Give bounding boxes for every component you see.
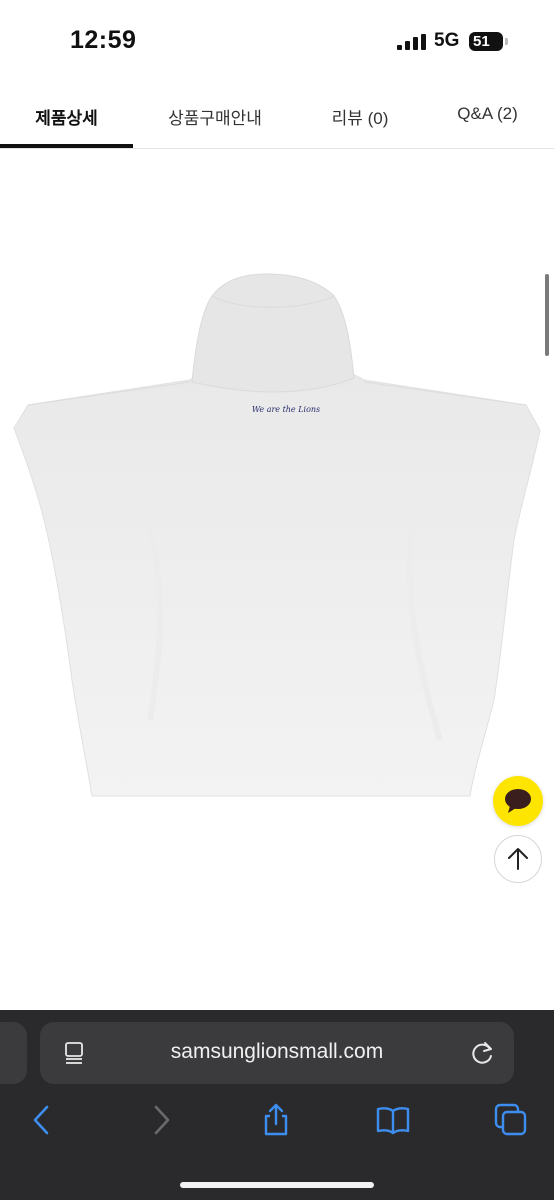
bookmarks-icon[interactable] (376, 1103, 410, 1137)
address-bar[interactable]: samsunglionsmall.com (40, 1022, 514, 1084)
reload-icon[interactable] (470, 1040, 496, 1066)
active-tab-indicator (0, 144, 133, 148)
product-image: We are the Lions (13, 273, 541, 797)
tab-reviews[interactable]: 리뷰 (0) (300, 104, 420, 129)
cellular-signal-icon (397, 34, 426, 50)
battery-level: 51 (473, 33, 490, 50)
product-tabs: 제품상세 상품구매안내 리뷰 (0) Q&A (2) (0, 80, 554, 149)
share-icon[interactable] (259, 1103, 293, 1137)
status-time: 12:59 (70, 26, 137, 54)
network-type: 5G (434, 30, 460, 51)
scroll-top-button[interactable] (494, 835, 542, 883)
tab-qna[interactable]: Q&A (2) (430, 104, 545, 124)
battery-cap (505, 38, 508, 45)
url-text: samsunglionsmall.com (170, 1040, 384, 1063)
tab-purchase-guide[interactable]: 상품구매안내 (145, 104, 285, 129)
chat-bubble-icon (505, 789, 531, 813)
back-icon[interactable] (25, 1103, 59, 1137)
page-scrollbar[interactable] (545, 274, 549, 356)
tab-product-detail[interactable]: 제품상세 (0, 104, 133, 129)
product-print-text: We are the Lions (252, 405, 320, 414)
chat-button[interactable] (493, 776, 543, 826)
arrow-up-icon (508, 848, 528, 870)
home-indicator (180, 1182, 374, 1188)
status-bar: 12:59 5G 51 (0, 0, 554, 80)
previous-tab-preview[interactable] (0, 1022, 27, 1084)
battery-icon: 51 (469, 32, 503, 51)
browser-toolbar: samsunglionsmall.com (0, 1010, 554, 1200)
tabs-icon[interactable] (494, 1103, 528, 1137)
forward-icon[interactable] (144, 1103, 178, 1137)
